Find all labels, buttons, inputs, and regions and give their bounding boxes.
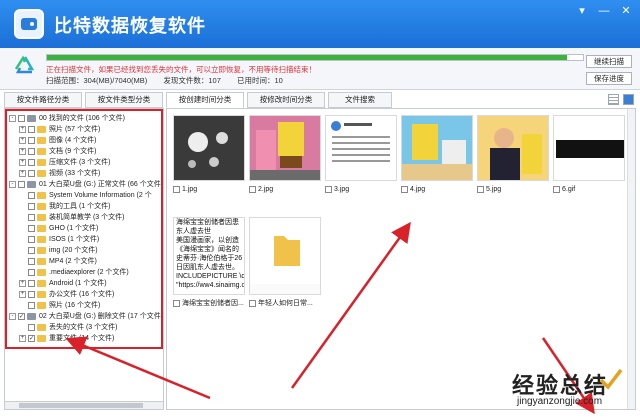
checkmark-icon (599, 368, 623, 390)
annotation-arrows (65, 221, 595, 415)
watermark-url: jingyanzongjie.com (517, 396, 603, 407)
